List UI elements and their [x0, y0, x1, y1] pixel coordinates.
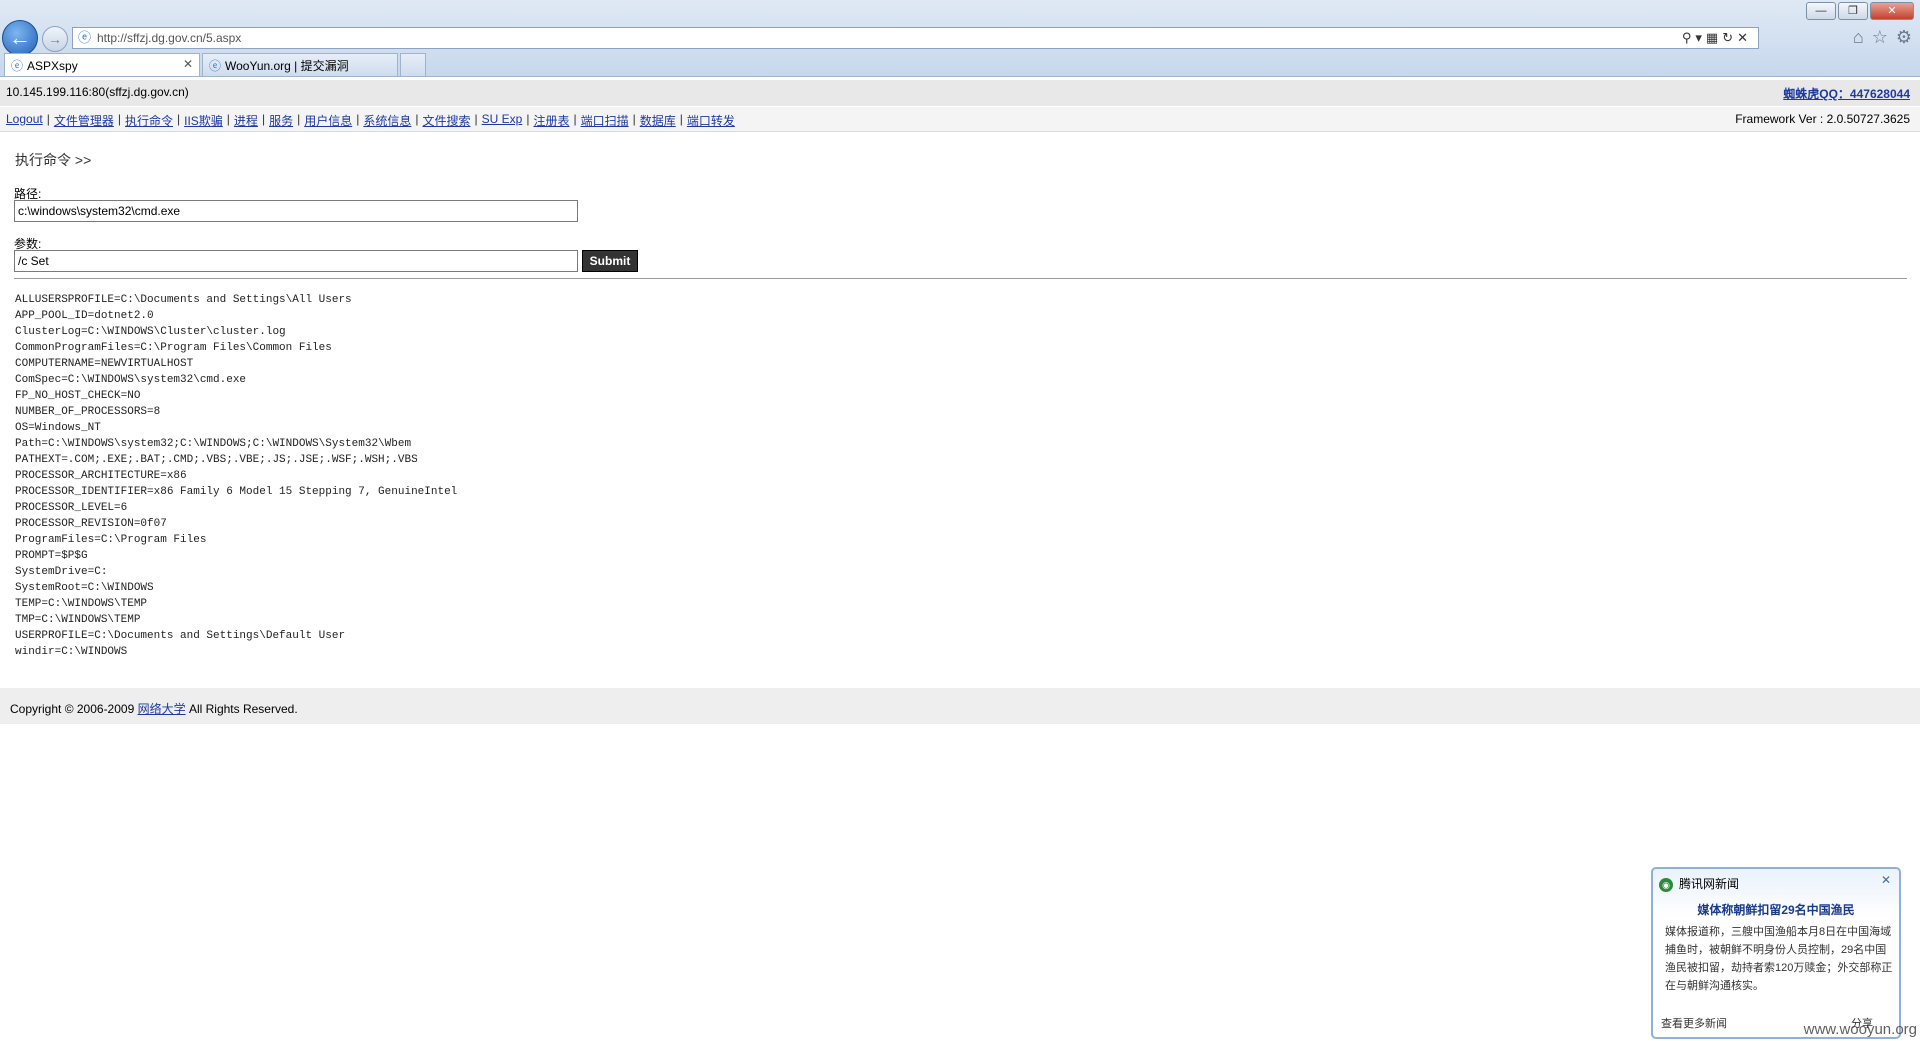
address-bar[interactable]: ⓔ http://sffzj.dg.gov.cn/5.aspx ⚲▾▦↻✕: [72, 27, 1759, 49]
forward-button[interactable]: →: [42, 26, 68, 52]
close-icon[interactable]: ✕: [1881, 873, 1891, 887]
args-input[interactable]: [14, 250, 578, 272]
compatibility-icon[interactable]: ▦: [1706, 30, 1722, 45]
output-line: ALLUSERSPROFILE=C:\Documents and Setting…: [15, 294, 352, 306]
function-menu: Logout | 文件管理器 | 执行命令 | IIS欺骗 | 进程 | 服务 | 用户信息…: [6, 112, 735, 129]
popup-body[interactable]: 媒体报道称，三艘中国渔船本月8日在中国海域捕鱼时，被朝鲜不明身份人员控制，29名…: [1665, 923, 1893, 995]
output-line: windir=C:\WINDOWS: [15, 646, 128, 658]
stop-icon[interactable]: ✕: [1737, 30, 1752, 45]
menu-iis-spoof[interactable]: IIS欺骗: [184, 112, 223, 129]
refresh-icon[interactable]: ↻: [1722, 30, 1737, 45]
output-line: USERPROFILE=C:\Documents and Settings\De…: [15, 630, 346, 642]
menu-logout[interactable]: Logout: [6, 112, 43, 129]
tencent-news-logo-icon: ◉: [1659, 877, 1673, 892]
more-news-link[interactable]: 查看更多新闻: [1661, 1015, 1727, 1031]
menu-user-info[interactable]: 用户信息: [304, 112, 352, 129]
output-line: PROCESSOR_REVISION=0f07: [15, 518, 167, 530]
output-line: PROCESSOR_ARCHITECTURE=x86: [15, 470, 187, 482]
tab-label: ASPXspy: [27, 59, 78, 73]
output-line: TEMP=C:\WINDOWS\TEMP: [15, 598, 148, 610]
menu-port-forward[interactable]: 端口转发: [687, 112, 735, 129]
menu-database[interactable]: 数据库: [640, 112, 676, 129]
output-line: PATHEXT=.COM;.EXE;.BAT;.CMD;.VBS;.VBE;.J…: [15, 454, 418, 466]
output-line: ProgramFiles=C:\Program Files: [15, 534, 207, 546]
back-button[interactable]: ←: [2, 20, 38, 56]
browser-toolbar: ⌂ ☆ ⚙: [1853, 27, 1912, 48]
host-info: 10.145.199.116:80(sffzj.dg.gov.cn): [6, 85, 189, 99]
menu-port-scan[interactable]: 端口扫描: [581, 112, 629, 129]
output-line: PROCESSOR_LEVEL=6: [15, 502, 128, 514]
search-icon[interactable]: ⚲: [1682, 30, 1696, 45]
output-line: NUMBER_OF_PROCESSORS=8: [15, 406, 161, 418]
ie-page-icon: ⓔ: [78, 30, 92, 45]
tab-aspxspy[interactable]: ⓔ ASPXspy ✕: [4, 53, 200, 76]
tab-label: WooYun.org | 提交漏洞: [225, 59, 349, 73]
output-line: SystemRoot=C:\WINDOWS: [15, 582, 154, 594]
menu-execute-command[interactable]: 执行命令: [125, 112, 173, 129]
framework-version: Framework Ver : 2.0.50727.3625: [1735, 112, 1910, 126]
menu-bar: Logout | 文件管理器 | 执行命令 | IIS欺骗 | 进程 | 服务 | 用户信息…: [0, 107, 1920, 132]
watermark: www.wooyun.org: [1803, 1021, 1917, 1038]
new-tab-button[interactable]: [400, 53, 426, 76]
output-line: ComSpec=C:\WINDOWS\system32\cmd.exe: [15, 374, 247, 386]
close-tab-icon[interactable]: ✕: [183, 57, 193, 71]
tab-wooyun[interactable]: ⓔ WooYun.org | 提交漏洞: [202, 53, 398, 76]
menu-system-info[interactable]: 系统信息: [363, 112, 411, 129]
output-line: PROCESSOR_IDENTIFIER=x86 Family 6 Model …: [15, 486, 458, 498]
address-url[interactable]: http://sffzj.dg.gov.cn/5.aspx: [97, 31, 241, 45]
tools-gear-icon[interactable]: ⚙: [1896, 27, 1912, 48]
output-line: PROMPT=$P$G: [15, 550, 88, 562]
dropdown-icon[interactable]: ▾: [1695, 30, 1706, 45]
footer-link[interactable]: 网络大学: [138, 702, 186, 716]
popup-source: 腾讯网新闻: [1679, 877, 1740, 891]
browser-chrome: — ❐ ✕ ← → ⓔ http://sffzj.dg.gov.cn/5.asp…: [0, 0, 1920, 77]
output-line: COMPUTERNAME=NEWVIRTUALHOST: [15, 358, 194, 370]
menu-registry[interactable]: 注册表: [533, 112, 569, 129]
minimize-button[interactable]: —: [1806, 2, 1836, 20]
output-line: APP_POOL_ID=dotnet2.0: [15, 310, 154, 322]
command-output: ALLUSERSPROFILE=C:\Documents and Setting…: [15, 292, 457, 660]
popup-headline[interactable]: 媒体称朝鲜扣留29名中国渔民: [1653, 901, 1899, 918]
qq-link[interactable]: 蜘蛛虎QQ：447628044: [1783, 85, 1910, 102]
submit-button[interactable]: Submit: [582, 250, 638, 272]
window-controls: — ❐ ✕: [1806, 2, 1914, 20]
news-popup: ◉ 腾讯网新闻 ✕ 媒体称朝鲜扣留29名中国渔民 媒体报道称，三艘中国渔船本月8日…: [1651, 867, 1901, 1039]
info-bar: 10.145.199.116:80(sffzj.dg.gov.cn) 蜘蛛虎QQ…: [0, 80, 1920, 106]
menu-file-search[interactable]: 文件搜索: [422, 112, 470, 129]
divider: [14, 278, 1907, 279]
output-line: Path=C:\WINDOWS\system32;C:\WINDOWS;C:\W…: [15, 438, 412, 450]
ie-tab-icon: ⓔ: [209, 59, 222, 73]
output-line: CommonProgramFiles=C:\Program Files\Comm…: [15, 342, 332, 354]
close-window-button[interactable]: ✕: [1870, 2, 1914, 20]
footer: Copyright © 2006-2009 网络大学 All Rights Re…: [0, 688, 1920, 724]
output-line: SystemDrive=C:: [15, 566, 108, 578]
section-title: 执行命令 >>: [15, 152, 92, 168]
footer-copyright: Copyright © 2006-2009: [10, 702, 138, 716]
restore-button[interactable]: ❐: [1838, 2, 1868, 20]
tab-strip: ⓔ ASPXspy ✕ ⓔ WooYun.org | 提交漏洞: [4, 53, 428, 76]
menu-file-manager[interactable]: 文件管理器: [54, 112, 114, 129]
path-input[interactable]: [14, 200, 578, 222]
output-line: TMP=C:\WINDOWS\TEMP: [15, 614, 141, 626]
ie-tab-icon: ⓔ: [11, 59, 24, 73]
output-line: OS=Windows_NT: [15, 422, 101, 434]
footer-rights: All Rights Reserved.: [185, 702, 298, 716]
menu-services[interactable]: 服务: [269, 112, 293, 129]
output-line: ClusterLog=C:\WINDOWS\Cluster\cluster.lo…: [15, 326, 286, 338]
home-icon[interactable]: ⌂: [1853, 27, 1864, 48]
menu-process[interactable]: 进程: [234, 112, 258, 129]
favorites-star-icon[interactable]: ☆: [1872, 27, 1888, 48]
output-line: FP_NO_HOST_CHECK=NO: [15, 390, 141, 402]
menu-su-exp[interactable]: SU Exp: [482, 112, 523, 129]
